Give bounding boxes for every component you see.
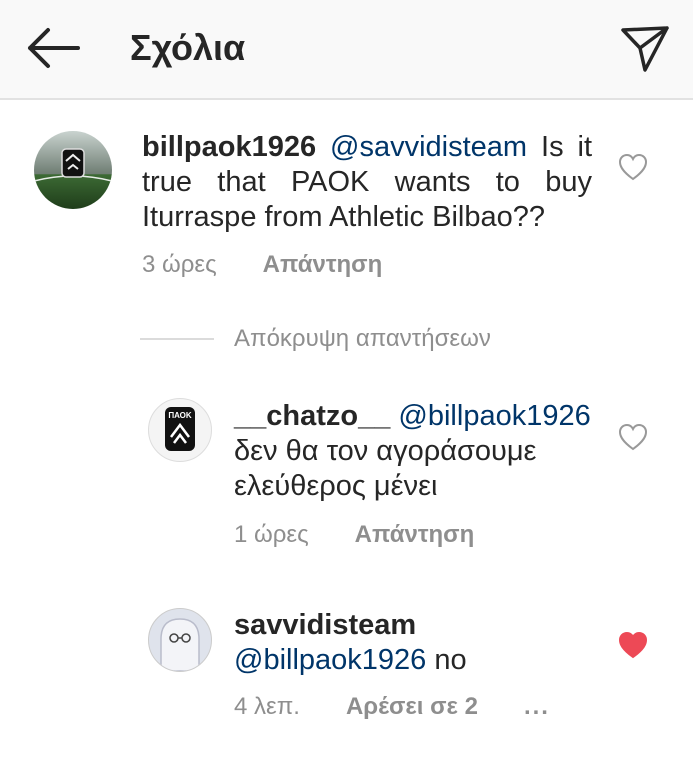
- comment-meta: 3 ώρες Απάντηση: [142, 250, 382, 280]
- hide-replies-label[interactable]: Απόκρυψη απαντήσεων: [234, 322, 491, 356]
- reply-button[interactable]: Απάντηση: [263, 251, 383, 278]
- reply-button[interactable]: Απάντηση: [355, 521, 475, 548]
- avatar[interactable]: [34, 131, 112, 209]
- stadium-avatar-image: [34, 131, 112, 209]
- comment-text: __chatzo__ @billpaok1926 δεν θα τον αγορ…: [234, 399, 604, 504]
- glasses-avatar-image: [160, 618, 200, 671]
- avatar[interactable]: ΠΑΟΚ: [148, 398, 212, 462]
- heart-icon[interactable]: [618, 153, 648, 181]
- comment-mention[interactable]: @billpaok1926: [234, 644, 426, 676]
- comment-body: no: [426, 644, 467, 676]
- more-options-icon[interactable]: ...: [524, 693, 550, 720]
- page-title: Σχόλια: [130, 27, 246, 68]
- heart-filled-icon[interactable]: [618, 631, 648, 659]
- comment-username[interactable]: savvidisteam: [234, 609, 416, 641]
- comment-text: billpaok1926 @savvidisteam Is it true th…: [142, 130, 592, 235]
- divider-line: [140, 338, 214, 340]
- comment-username[interactable]: billpaok1926: [142, 131, 316, 163]
- paper-plane-icon[interactable]: [619, 22, 671, 74]
- paok-badge-avatar-image: ΠΑΟΚ: [165, 407, 195, 451]
- comment-time: 1 ώρες: [234, 521, 309, 548]
- comment-text: savvidisteam @billpaok1926 no: [234, 608, 604, 678]
- comment-mention[interactable]: @savvidisteam: [330, 131, 527, 163]
- comment-meta: 1 ώρες Απάντηση: [234, 520, 474, 550]
- comment-body: δεν θα τον αγοράσουμε ελεύθερος μένει: [234, 435, 537, 502]
- likes-count-button[interactable]: Αρέσει σε 2: [346, 693, 478, 720]
- arrow-left-icon[interactable]: [22, 24, 82, 72]
- comment-time: 3 ώρες: [142, 251, 217, 278]
- heart-icon[interactable]: [618, 423, 648, 451]
- comment-mention[interactable]: @billpaok1926: [398, 400, 590, 432]
- comment-username[interactable]: __chatzo__: [234, 400, 390, 432]
- comment-meta: 4 λεπ. Αρέσει σε 2...: [234, 692, 550, 722]
- avatar[interactable]: [148, 608, 212, 672]
- comment-time: 4 λεπ.: [234, 693, 300, 720]
- header-bar: Σχόλια: [0, 0, 693, 100]
- avatar-badge-text: ΠΑΟΚ: [168, 411, 192, 420]
